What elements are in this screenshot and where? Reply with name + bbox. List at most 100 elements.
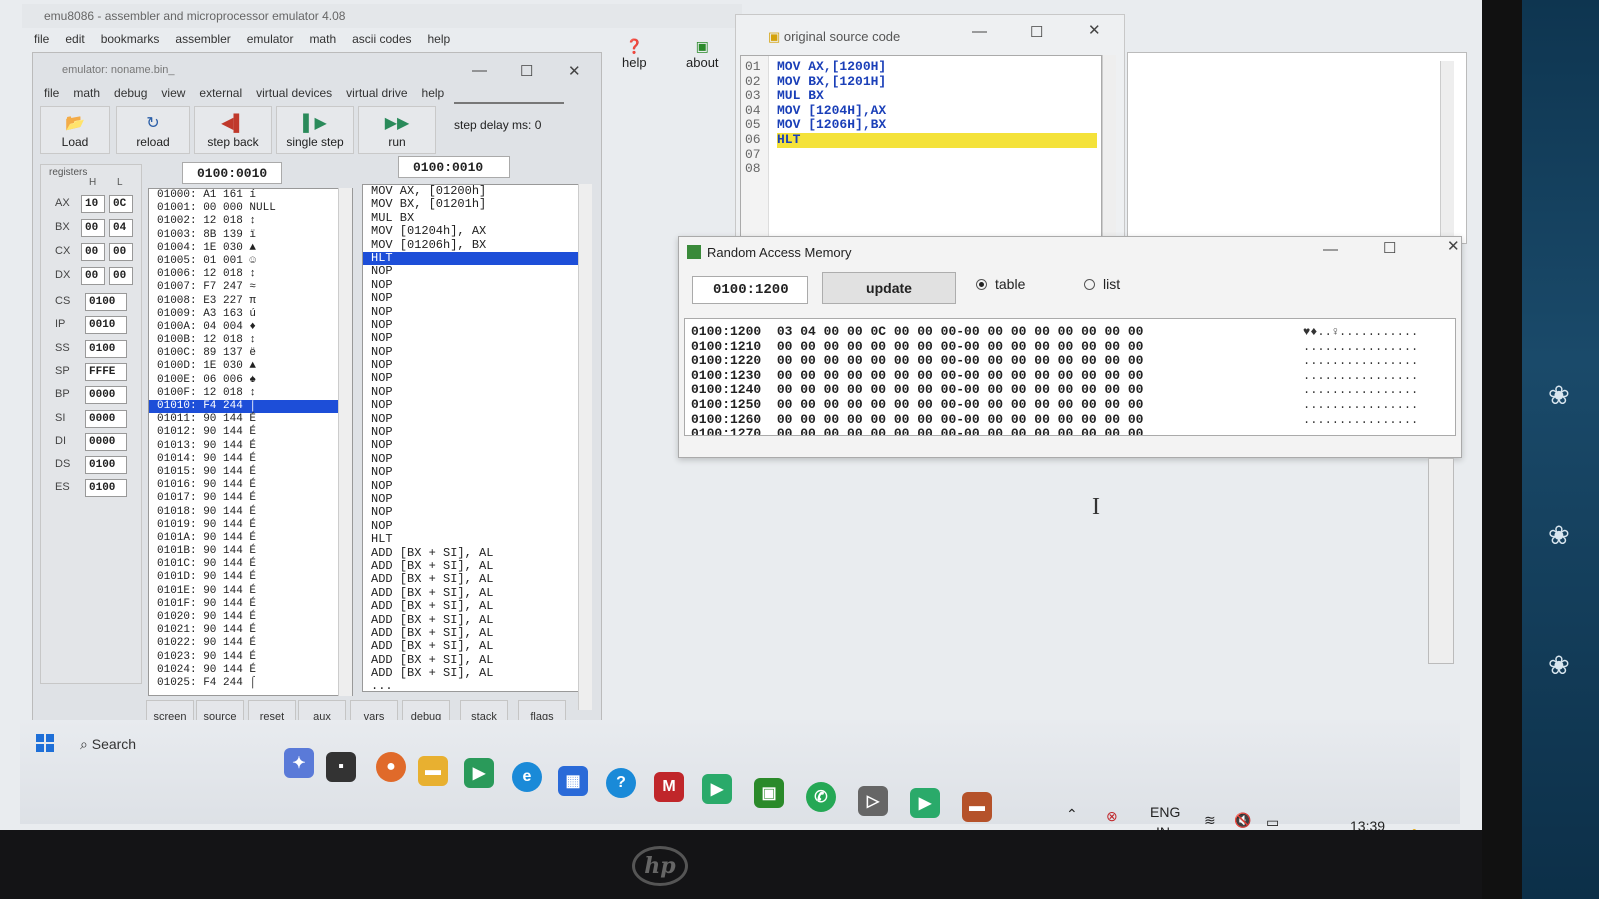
ram-row[interactable]: 0100:1240 00 00 00 00 00 00 00 00-00 00 … [691, 383, 1144, 398]
disasm-line[interactable]: NOP [363, 439, 579, 453]
disasm-line[interactable]: NOP [363, 291, 579, 305]
memory-line[interactable]: 01001: 00 000 NULL [149, 202, 352, 215]
memory-line[interactable]: 0100E: 06 006 ♠ [149, 374, 352, 387]
source-code-editor[interactable]: 01 MOV AX,[1200H] 02 MOV BX,[1201H] 03 MUL BX… [740, 55, 1102, 252]
lower-scrollbar[interactable] [1428, 458, 1454, 664]
memory-line[interactable]: 0100C: 89 137 ë [149, 347, 352, 360]
task-view-icon[interactable]: ▪ [326, 752, 356, 782]
memory-line[interactable]: 01002: 12 018 ↕ [149, 215, 352, 228]
memory-line[interactable]: 01017: 90 144 É [149, 492, 352, 505]
menu-ascii-codes[interactable]: ascii codes [352, 32, 411, 46]
step-delay-control[interactable]: step delay ms: 0 [450, 96, 600, 150]
memory-line[interactable]: 01020: 90 144 É [149, 611, 352, 624]
source-line[interactable]: 05 MOV [1206H],BX [741, 118, 1101, 133]
disasm-line[interactable]: ADD [BX + SI], AL [363, 546, 579, 560]
disasm-line[interactable]: ADD [BX + SI], AL [363, 559, 579, 573]
disasm-line[interactable]: ADD [BX + SI], AL [363, 599, 579, 613]
memory-address-field[interactable]: 0100:0010 [182, 162, 282, 184]
disasm-line[interactable]: ADD [BX + SI], AL [363, 613, 579, 627]
maximize-icon[interactable]: ☐ [520, 62, 533, 80]
ram-table[interactable]: 0100:1200 03 04 00 00 0C 00 00 00-00 00 … [684, 318, 1456, 436]
reload-button[interactable]: ↻ reload [116, 106, 190, 154]
memory-line[interactable]: 01004: 1E 030 ▲ [149, 242, 352, 255]
security-icon[interactable]: ⊗ [1106, 808, 1118, 825]
disasm-line[interactable]: NOP [363, 505, 579, 519]
memory-line[interactable]: 0100D: 1E 030 ▲ [149, 360, 352, 373]
disasm-line[interactable]: HLT [363, 251, 579, 266]
emu-menu-debug[interactable]: debug [114, 86, 147, 102]
battery-icon[interactable]: ▭ [1266, 814, 1279, 831]
disasm-scrollbar[interactable] [578, 184, 592, 710]
source-maximize-icon[interactable]: ☐ [1030, 23, 1043, 41]
ram-row[interactable]: 0100:1200 03 04 00 00 0C 00 00 00-00 00 … [691, 324, 1144, 340]
register-high-byte[interactable]: 00 [81, 219, 105, 237]
disasm-line[interactable]: ... [363, 680, 579, 691]
disasm-line[interactable]: NOP [363, 452, 579, 466]
source-line[interactable]: 07 [741, 147, 1101, 163]
memory-line[interactable]: 01010: F4 244 ⌠ [149, 400, 352, 414]
app-notification-icon[interactable]: ● [376, 752, 406, 782]
register-high-byte[interactable]: 00 [81, 267, 105, 285]
memory-line[interactable]: 0101A: 90 144 É [149, 532, 352, 545]
source-close-icon[interactable]: ✕ [1088, 21, 1101, 39]
disasm-line[interactable]: NOP [363, 278, 579, 292]
emu8086-taskbar-icon[interactable]: ▣ [754, 778, 784, 808]
list-radio[interactable]: list [1084, 276, 1120, 292]
windows-start-icon[interactable] [36, 734, 54, 752]
disasm-line[interactable]: NOP [363, 492, 579, 506]
disasm-line[interactable]: NOP [363, 358, 579, 372]
games-icon[interactable]: ▶ [910, 788, 940, 818]
menu-file[interactable]: file [34, 32, 49, 46]
emu-menu-view[interactable]: view [161, 86, 185, 102]
ram-maximize-icon[interactable]: ☐ [1383, 239, 1396, 257]
emu-menu-file[interactable]: file [44, 86, 59, 102]
memory-line[interactable]: 01022: 90 144 É [149, 637, 352, 650]
emu-menu-math[interactable]: math [73, 86, 100, 102]
help-button[interactable]: ❓ help [622, 38, 647, 70]
memory-line[interactable]: 01007: F7 247 ≈ [149, 281, 352, 294]
menu-bookmarks[interactable]: bookmarks [101, 32, 160, 46]
single-step-button[interactable]: ▌▶ single step [276, 106, 354, 154]
disasm-line[interactable]: ADD [BX + SI], AL [363, 639, 579, 653]
ram-row[interactable]: 0100:1220 00 00 00 00 00 00 00 00-00 00 … [691, 353, 1144, 369]
register-value[interactable]: 0000 [85, 432, 127, 451]
register-low-byte[interactable]: 00 [109, 267, 133, 285]
disasm-line[interactable]: ADD [BX + SI], AL [363, 572, 579, 586]
disasm-line[interactable]: NOP [363, 372, 579, 386]
memory-line[interactable]: 01023: 90 144 É [149, 651, 352, 664]
taskbar-search[interactable]: ⌕ Search [72, 732, 222, 760]
register-high-byte[interactable]: 10 [81, 195, 105, 213]
register-value[interactable]: 0010 [85, 316, 127, 335]
menu-help[interactable]: help [428, 32, 451, 46]
about-button[interactable]: ▣ about [686, 38, 719, 70]
ram-address-input[interactable]: 0100:1200 [692, 276, 808, 304]
disasm-line[interactable]: NOP [363, 479, 579, 493]
step-back-button[interactable]: ◀▌ step back [194, 106, 272, 154]
disasm-line[interactable]: NOP [363, 305, 579, 319]
disasm-line[interactable]: NOP [363, 519, 579, 533]
disasm-line[interactable]: ADD [BX + SI], AL [363, 626, 579, 640]
disasm-line[interactable]: ADD [BX + SI], AL [363, 666, 579, 680]
app-icon[interactable]: ▬ [962, 792, 992, 822]
disasm-address-field[interactable]: 0100:0010 [398, 156, 510, 178]
source-line[interactable]: 04 MOV [1204H],AX [741, 103, 1101, 119]
disasm-line[interactable]: NOP [363, 398, 579, 412]
media-player-icon[interactable]: ▶ [464, 758, 494, 788]
memory-line[interactable]: 01014: 90 144 É [149, 453, 352, 466]
ram-minimize-icon[interactable]: — [1323, 241, 1338, 258]
disasm-line[interactable]: MOV AX, [01200h] [363, 185, 579, 198]
memory-line[interactable]: 01016: 90 144 É [149, 479, 352, 492]
register-low-byte[interactable]: 00 [109, 243, 133, 261]
memory-line[interactable]: 0101C: 90 144 É [149, 558, 352, 571]
memory-line[interactable]: 0101E: 90 144 É [149, 585, 352, 598]
memory-line[interactable]: 01019: 90 144 É [149, 519, 352, 532]
store-icon[interactable]: ▦ [558, 766, 588, 796]
speaker-muted-icon[interactable]: 🔇 [1234, 812, 1251, 829]
file-explorer-icon[interactable]: ▬ [418, 756, 448, 786]
memory-line[interactable]: 01015: 90 144 É [149, 466, 352, 479]
memory-line[interactable]: 01018: 90 144 É [149, 506, 352, 519]
menu-emulator[interactable]: emulator [247, 32, 294, 46]
get-help-icon[interactable]: ? [606, 768, 636, 798]
memory-line[interactable]: 0101B: 90 144 É [149, 545, 352, 558]
register-high-byte[interactable]: 00 [81, 243, 105, 261]
